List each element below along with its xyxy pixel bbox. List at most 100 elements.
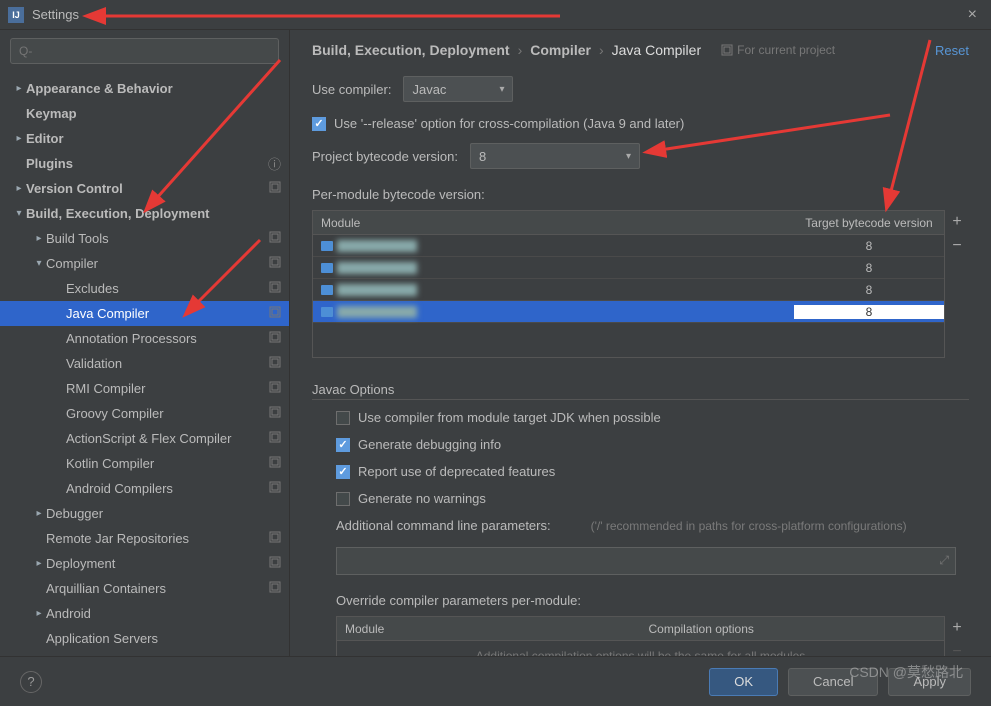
sidebar-item-java-compiler[interactable]: Java Compiler xyxy=(0,301,289,326)
help-button[interactable]: ? xyxy=(20,671,42,693)
opt3-checkbox[interactable] xyxy=(336,465,350,479)
project-icon xyxy=(269,306,281,321)
per-module-label: Per-module bytecode version: xyxy=(312,187,969,202)
project-icon xyxy=(269,256,281,271)
bytecode-combo[interactable]: 8 xyxy=(470,143,640,169)
settings-tree: ▸Appearance & Behavior Keymap ▸EditorPlugi… xyxy=(0,72,289,656)
sidebar-item-annotation-processors[interactable]: Annotation Processors xyxy=(0,326,289,351)
sidebar-item-compiler[interactable]: ▾Compiler xyxy=(0,251,289,276)
sidebar-item-label: Validation xyxy=(66,356,269,371)
project-icon xyxy=(269,331,281,346)
opt2-checkbox[interactable] xyxy=(336,438,350,452)
table-row[interactable]: 8 xyxy=(313,235,944,257)
ok-button[interactable]: OK xyxy=(709,668,778,696)
folder-icon xyxy=(321,285,333,295)
params-label: Additional command line parameters: xyxy=(336,518,551,533)
release-checkbox[interactable] xyxy=(312,117,326,131)
sidebar-item-label: Deployment xyxy=(46,556,269,571)
sidebar-item-application-servers[interactable]: Application Servers xyxy=(0,626,289,651)
window-title: Settings xyxy=(32,7,79,22)
sidebar-item-rmi-compiler[interactable]: RMI Compiler xyxy=(0,376,289,401)
sidebar-item-appearance-behavior[interactable]: ▸Appearance & Behavior xyxy=(0,76,289,101)
project-icon xyxy=(269,531,281,546)
expand-icon[interactable]: ⤢ xyxy=(939,553,949,568)
sidebar-item-plugins[interactable]: Pluginsⓘ xyxy=(0,151,289,176)
project-icon xyxy=(269,356,281,371)
sidebar-item-validation[interactable]: Validation xyxy=(0,351,289,376)
project-icon xyxy=(269,556,281,571)
remove-override-button: − xyxy=(945,640,969,656)
apply-button[interactable]: Apply xyxy=(888,668,971,696)
footer: ? OK Cancel Apply xyxy=(0,656,991,706)
reset-link[interactable]: Reset xyxy=(935,43,969,58)
sidebar-item-label: Arquillian Containers xyxy=(46,581,269,596)
sidebar-item-remote-jar-repositories[interactable]: Remote Jar Repositories xyxy=(0,526,289,551)
folder-icon xyxy=(321,263,333,273)
release-label: Use '--release' option for cross-compila… xyxy=(334,116,684,131)
remove-module-button[interactable]: − xyxy=(945,234,969,258)
sidebar: ▸Appearance & Behavior Keymap ▸EditorPlugi… xyxy=(0,30,290,656)
breadcrumb: Build, Execution, Deployment›Compiler›Ja… xyxy=(312,42,701,58)
params-hint: ('/' recommended in paths for cross-plat… xyxy=(591,519,907,533)
sidebar-item-android-compilers[interactable]: Android Compilers xyxy=(0,476,289,501)
sidebar-item-label: Annotation Processors xyxy=(66,331,269,346)
sidebar-item-label: Build Tools xyxy=(46,231,269,246)
sidebar-item-excludes[interactable]: Excludes xyxy=(0,276,289,301)
sidebar-item-debugger[interactable]: ▸Debugger xyxy=(0,501,289,526)
sidebar-item-keymap[interactable]: Keymap xyxy=(0,101,289,126)
use-compiler-label: Use compiler: xyxy=(312,82,391,97)
cancel-button[interactable]: Cancel xyxy=(788,668,878,696)
info-icon: ⓘ xyxy=(268,154,281,173)
sidebar-item-kotlin-compiler[interactable]: Kotlin Compiler xyxy=(0,451,289,476)
opt1-checkbox[interactable] xyxy=(336,411,350,425)
col-module[interactable]: Module xyxy=(313,216,794,230)
sidebar-item-label: Compiler xyxy=(46,256,269,271)
sidebar-item-groovy-compiler[interactable]: Groovy Compiler xyxy=(0,401,289,426)
sidebar-item-arquillian-containers[interactable]: Arquillian Containers xyxy=(0,576,289,601)
project-icon xyxy=(269,281,281,296)
bytecode-label: Project bytecode version: xyxy=(312,149,458,164)
params-input[interactable]: ⤢ xyxy=(336,547,956,575)
module-name-redacted xyxy=(337,262,417,274)
sidebar-item-label: Remote Jar Repositories xyxy=(46,531,269,546)
col-target[interactable]: Target bytecode version xyxy=(794,216,944,230)
titlebar: IJ Settings × xyxy=(0,0,991,30)
sidebar-item-build-execution-deployment[interactable]: ▾Build, Execution, Deployment xyxy=(0,201,289,226)
close-icon[interactable]: × xyxy=(962,6,983,24)
override-label: Override compiler parameters per-module: xyxy=(336,593,969,608)
table-row[interactable]: 8 xyxy=(313,301,944,323)
module-name-redacted xyxy=(337,240,417,252)
project-icon xyxy=(269,456,281,471)
javac-options-label: Javac Options xyxy=(312,382,969,400)
sidebar-item-label: Kotlin Compiler xyxy=(66,456,269,471)
table-row[interactable]: 8 xyxy=(313,257,944,279)
folder-icon xyxy=(321,241,333,251)
for-project-label: For current project xyxy=(721,43,835,57)
project-icon xyxy=(269,581,281,596)
table-row[interactable]: 8 xyxy=(313,279,944,301)
sidebar-item-android[interactable]: ▸Android xyxy=(0,601,289,626)
sidebar-item-build-tools[interactable]: ▸Build Tools xyxy=(0,226,289,251)
sidebar-item-editor[interactable]: ▸Editor xyxy=(0,126,289,151)
add-module-button[interactable]: + xyxy=(945,210,969,234)
folder-icon xyxy=(321,307,333,317)
project-icon xyxy=(269,231,281,246)
sidebar-item-label: Groovy Compiler xyxy=(66,406,269,421)
sidebar-item-label: Keymap xyxy=(26,106,281,121)
module-table: Module Target bytecode version 8888 xyxy=(312,210,945,358)
sidebar-item-label: Android Compilers xyxy=(66,481,269,496)
use-compiler-combo[interactable]: Javac xyxy=(403,76,513,102)
sidebar-item-label: Java Compiler xyxy=(66,306,269,321)
sidebar-item-label: Appearance & Behavior xyxy=(26,81,281,96)
project-icon xyxy=(269,431,281,446)
project-icon xyxy=(269,181,281,196)
sidebar-item-actionscript-flex-compiler[interactable]: ActionScript & Flex Compiler xyxy=(0,426,289,451)
opt4-checkbox[interactable] xyxy=(336,492,350,506)
search-input[interactable] xyxy=(10,38,279,64)
sidebar-item-label: Android xyxy=(46,606,281,621)
sidebar-item-label: RMI Compiler xyxy=(66,381,269,396)
sidebar-item-label: Build, Execution, Deployment xyxy=(26,206,281,221)
sidebar-item-version-control[interactable]: ▸Version Control xyxy=(0,176,289,201)
sidebar-item-deployment[interactable]: ▸Deployment xyxy=(0,551,289,576)
add-override-button[interactable]: + xyxy=(945,616,969,640)
